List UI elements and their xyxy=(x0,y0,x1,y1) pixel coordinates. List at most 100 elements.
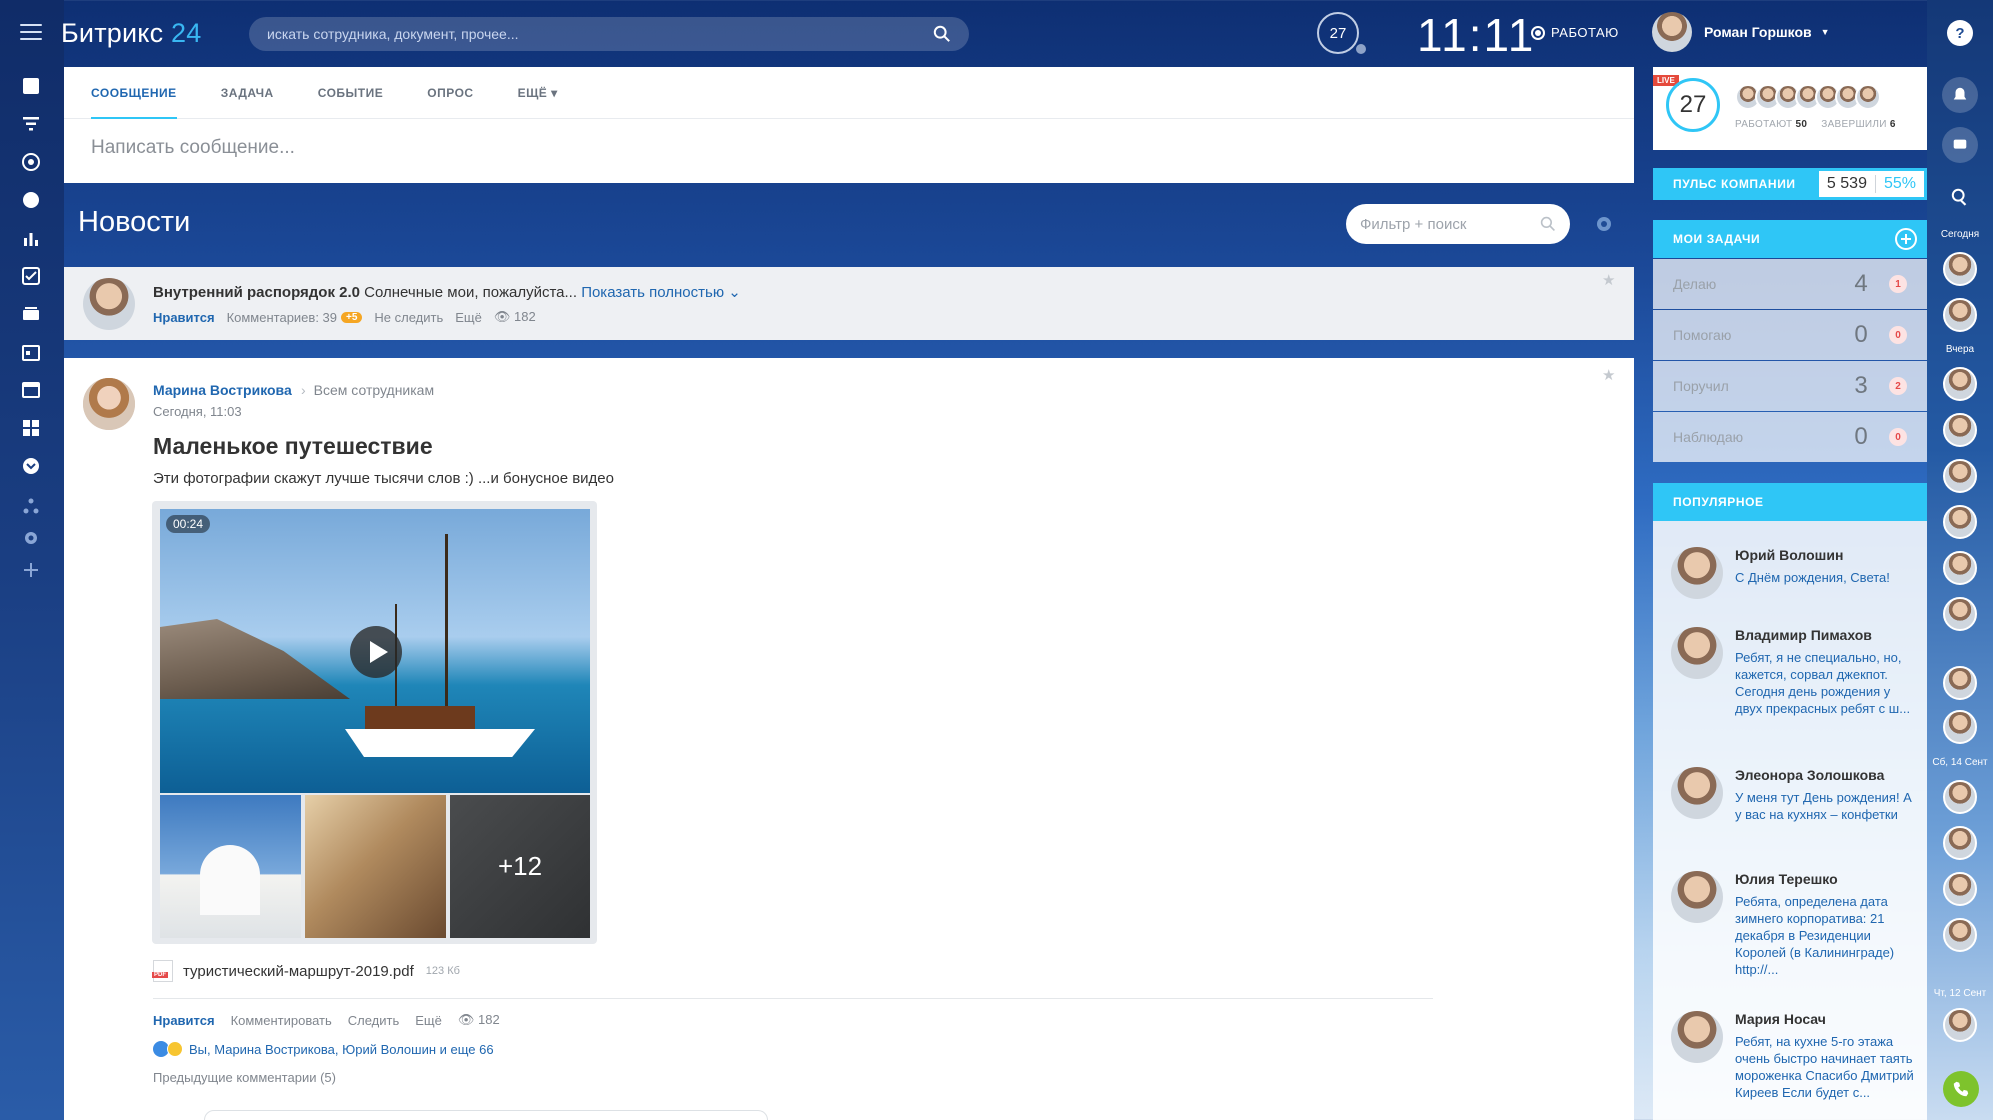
tab-poll[interactable]: ОПРОС xyxy=(405,67,495,118)
recent-chat-avatar[interactable] xyxy=(1943,459,1977,493)
chart-icon[interactable] xyxy=(19,226,43,250)
video-preview[interactable]: 00:24 xyxy=(160,509,590,793)
post-title: Маленькое путешествие xyxy=(153,433,433,459)
tab-more[interactable]: ЕЩЁ ▾ xyxy=(496,67,580,118)
filter-icon[interactable] xyxy=(19,112,43,136)
task-row-doing[interactable]: Делаю 4 1 xyxy=(1653,259,1927,309)
clock[interactable]: 11:11 xyxy=(1417,8,1535,62)
more-button[interactable]: Ещё xyxy=(415,1013,442,1028)
tab-task[interactable]: ЗАДАЧА xyxy=(199,67,296,118)
recent-chat-avatar[interactable] xyxy=(1943,298,1977,332)
user-menu[interactable]: Роман Горшков ▼ xyxy=(1652,12,1830,52)
pulse-label: ПУЛЬС КОМПАНИИ xyxy=(1673,177,1796,191)
add-icon[interactable] xyxy=(19,558,43,582)
popular-item-name: Мария Носач xyxy=(1735,1011,1826,1027)
more-photos-thumb[interactable]: +12 xyxy=(450,795,590,938)
phone-icon[interactable] xyxy=(1943,1071,1979,1107)
add-task-icon[interactable] xyxy=(1895,228,1917,250)
recent-chat-avatar[interactable] xyxy=(1943,780,1977,814)
bell-icon[interactable] xyxy=(1942,77,1978,113)
logo[interactable]: Битрикс 24 xyxy=(61,18,201,49)
menu-icon[interactable] xyxy=(20,24,42,42)
task-row-assigned[interactable]: Поручил 3 2 xyxy=(1653,361,1927,411)
recent-chat-avatar[interactable] xyxy=(1943,597,1977,631)
popular-widget: ПОПУЛЯРНОЕ Юрий Волошин С Днём рождения,… xyxy=(1653,483,1927,1120)
timeman-status-dot xyxy=(1356,44,1366,54)
clock-icon[interactable] xyxy=(19,188,43,212)
online-widget[interactable]: LIVE 27 РАБОТАЮТ 50 ЗАВЕРШИЛИ 6 xyxy=(1653,67,1927,150)
more-chevron-icon[interactable] xyxy=(19,454,43,478)
star-icon[interactable]: ★ xyxy=(1602,366,1615,384)
show-more-link[interactable]: Показать полностью ⌄ xyxy=(581,284,741,301)
recent-chat-avatar[interactable] xyxy=(1943,710,1977,744)
task-badge: 2 xyxy=(1889,377,1907,395)
photo-thumb[interactable] xyxy=(305,795,446,938)
comment-button[interactable]: Комментировать xyxy=(231,1013,332,1028)
post-destination[interactable]: Всем сотрудникам xyxy=(301,382,434,398)
recent-chat-avatar[interactable] xyxy=(1943,666,1977,700)
recent-chat-avatar[interactable] xyxy=(1943,505,1977,539)
company-pulse-widget[interactable]: ПУЛЬС КОМПАНИИ 5 539 55% xyxy=(1653,168,1927,200)
comment-input[interactable] xyxy=(204,1110,768,1120)
popular-item-name: Юрий Волошин xyxy=(1735,547,1844,563)
message-input[interactable]: Написать сообщение... xyxy=(64,119,1634,177)
calendar-icon[interactable] xyxy=(19,340,43,364)
avatar xyxy=(1671,547,1723,599)
pinned-post[interactable]: Внутренний распорядок 2.0 Солнечные мои,… xyxy=(64,267,1634,340)
follow-button[interactable]: Следить xyxy=(348,1013,400,1028)
search-placeholder: искать сотрудника, документ, прочее... xyxy=(267,26,519,42)
tasks-icon[interactable] xyxy=(19,264,43,288)
post-actions: Нравится Комментировать Следить Ещё 👁 18… xyxy=(153,1012,500,1028)
my-tasks-header[interactable]: МОИ ЗАДАЧИ xyxy=(1653,220,1927,258)
post-date[interactable]: Сегодня, 11:03 xyxy=(153,404,242,419)
window-icon[interactable] xyxy=(19,378,43,402)
search-icon[interactable] xyxy=(1947,184,1973,210)
comments-count[interactable]: Комментариев: 39 xyxy=(227,310,337,325)
tab-message[interactable]: СООБЩЕНИЕ xyxy=(91,67,199,119)
target-icon[interactable] xyxy=(19,150,43,174)
popular-item-message: Ребят, на кухне 5-го этажа очень быстро … xyxy=(1735,1034,1914,1100)
previous-comments-link[interactable]: Предыдущие комментарии (5) xyxy=(153,1070,336,1085)
like-button[interactable]: Нравится xyxy=(153,1013,215,1028)
recent-chat-avatar[interactable] xyxy=(1943,1008,1977,1042)
drive-icon[interactable] xyxy=(19,302,43,326)
chat-icon[interactable] xyxy=(1942,127,1978,163)
post-author[interactable]: Марина Вострикова xyxy=(153,382,292,398)
recent-chat-avatar[interactable] xyxy=(1943,872,1977,906)
play-icon[interactable] xyxy=(350,626,402,678)
like-button[interactable]: Нравится xyxy=(153,310,215,325)
file-size: 123 Кб xyxy=(425,965,460,977)
recent-chat-avatar[interactable] xyxy=(1943,413,1977,447)
task-label: Наблюдаю xyxy=(1673,429,1744,445)
help-icon[interactable]: ? xyxy=(1947,20,1973,46)
recent-chat-avatar[interactable] xyxy=(1943,918,1977,952)
attached-file[interactable]: туристический-маршрут-2019.pdf 123 Кб xyxy=(152,960,460,982)
recent-chat-avatar[interactable] xyxy=(1943,826,1977,860)
status-icon xyxy=(1531,25,1545,40)
feed-icon[interactable] xyxy=(19,74,43,98)
reactions-text: Вы, Марина Вострикова, Юрий Волошин и ещ… xyxy=(189,1041,494,1057)
settings-icon[interactable] xyxy=(19,526,43,550)
gear-icon[interactable] xyxy=(1594,214,1614,234)
recent-chat-avatar[interactable] xyxy=(1943,252,1977,286)
recent-chat-avatar[interactable] xyxy=(1943,551,1977,585)
recent-chat-avatar[interactable] xyxy=(1943,367,1977,401)
filter-search-input[interactable]: Фильтр + поиск xyxy=(1346,204,1570,244)
tab-event[interactable]: СОБЫТИЕ xyxy=(296,67,406,118)
apps-icon[interactable] xyxy=(19,416,43,440)
task-row-helping[interactable]: Помогаю 0 0 xyxy=(1653,310,1927,360)
star-icon[interactable]: ★ xyxy=(1602,271,1615,289)
search-icon[interactable] xyxy=(933,25,951,43)
filter-placeholder: Фильтр + поиск xyxy=(1360,215,1467,233)
photo-gallery: 00:24 +12 xyxy=(152,501,597,944)
unfollow-button[interactable]: Не следить xyxy=(374,310,443,325)
timeman-counter[interactable]: 27 xyxy=(1317,12,1359,54)
photo-thumb[interactable] xyxy=(160,795,301,938)
author-avatar[interactable] xyxy=(83,278,135,330)
more-button[interactable]: Ещё xyxy=(455,310,482,325)
task-row-watching[interactable]: Наблюдаю 0 0 xyxy=(1653,412,1927,462)
search-input[interactable]: искать сотрудника, документ, прочее... xyxy=(249,17,969,51)
structure-icon[interactable] xyxy=(19,494,43,518)
reactions-summary[interactable]: Вы, Марина Вострикова, Юрий Волошин и ещ… xyxy=(153,1041,494,1057)
work-status-button[interactable]: РАБОТАЮ xyxy=(1531,25,1619,40)
